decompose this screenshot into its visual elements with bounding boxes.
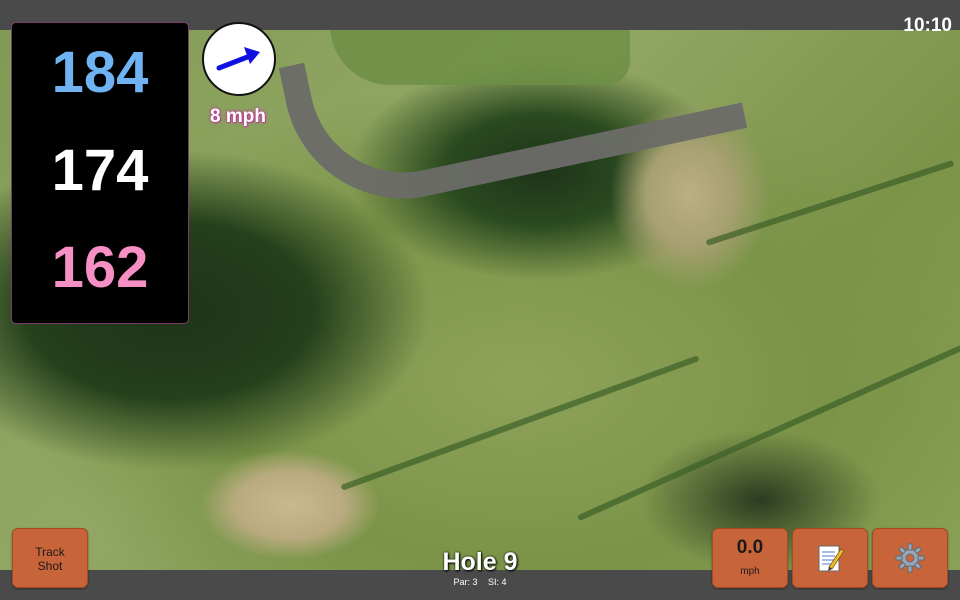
track-shot-label-line2: Shot bbox=[37, 559, 63, 573]
map-path bbox=[705, 159, 955, 247]
hole-title: Hole 9 bbox=[442, 548, 518, 576]
notepad-icon bbox=[818, 545, 845, 572]
map-path bbox=[576, 344, 960, 522]
wind-speed: 8 mph bbox=[210, 106, 266, 127]
map-path bbox=[340, 355, 700, 491]
hole-par: Par: 3 bbox=[453, 577, 478, 587]
gear-icon bbox=[895, 543, 925, 573]
speed-unit: mph bbox=[740, 566, 760, 577]
settings-button[interactable] bbox=[872, 528, 948, 588]
wind-indicator bbox=[202, 22, 276, 96]
hole-info: Par: 3 SI: 4 bbox=[380, 577, 580, 587]
track-shot-label-line1: Track bbox=[35, 545, 65, 559]
speed-value: 0.0 bbox=[736, 537, 764, 558]
distance-panel: 184 174 162 bbox=[11, 22, 189, 324]
wind-arrow-icon bbox=[216, 47, 260, 71]
track-shot-button[interactable]: Track Shot bbox=[12, 528, 88, 588]
middle-distance: 174 bbox=[51, 138, 149, 203]
notes-button[interactable] bbox=[792, 528, 868, 588]
front-distance: 162 bbox=[51, 235, 149, 300]
speed-button[interactable]: 0.0 mph bbox=[712, 528, 788, 588]
track-shot-label: Track Shot bbox=[13, 545, 87, 573]
clock: 10:10 bbox=[903, 15, 952, 36]
back-distance: 184 bbox=[51, 40, 149, 105]
hole-stroke-index: SI: 4 bbox=[488, 577, 507, 587]
